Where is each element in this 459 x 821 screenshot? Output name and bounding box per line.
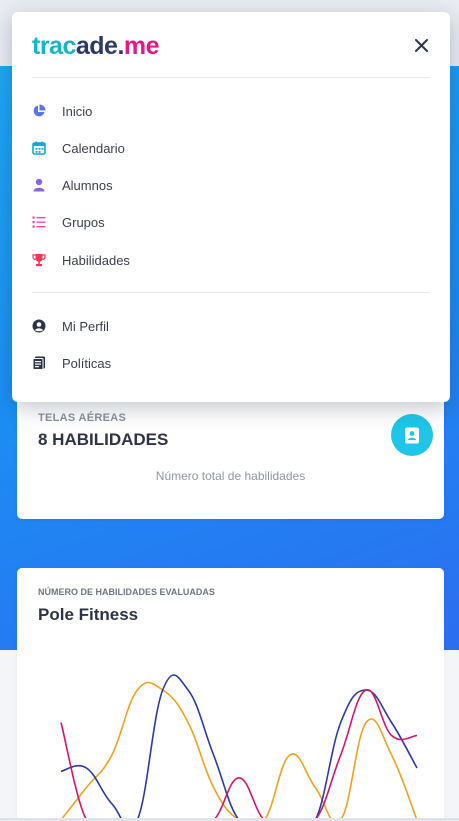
calendar-icon (32, 141, 46, 155)
menu-item-label: Inicio (62, 103, 93, 119)
user-circle-icon (32, 319, 46, 333)
card-skill-count: 8 HABILIDADES (38, 430, 169, 449)
menu-item-label: Alumnos (62, 177, 113, 193)
menu-item-mi-perfil[interactable]: Mi Perfil (32, 311, 430, 341)
list-icon (32, 215, 46, 229)
logo-part-ade: ade. (75, 32, 125, 60)
menu-divider (32, 292, 430, 293)
skills-line-chart (60, 674, 418, 821)
pole-fitness-card: NÚMERO DE HABILIDADES EVALUADAS Pole Fit… (17, 568, 444, 821)
logo-part-me: me (123, 32, 160, 60)
pie-chart-icon (32, 104, 46, 118)
card-category: NÚMERO DE HABILIDADES EVALUADAS (38, 587, 215, 597)
series-line-3 (60, 689, 418, 821)
document-icon (32, 356, 46, 370)
close-icon[interactable] (410, 34, 432, 56)
menu-divider (32, 77, 430, 78)
menu-item-grupos[interactable]: Grupos (32, 207, 430, 237)
menu-item-calendario[interactable]: Calendario (32, 133, 430, 163)
card-subtitle: Número total de habilidades (155, 469, 306, 483)
address-book-icon[interactable] (391, 414, 433, 456)
user-icon (32, 178, 46, 192)
series-line-1 (60, 681, 418, 821)
menu-item-alumnos[interactable]: Alumnos (32, 170, 430, 200)
menu-item-habilidades[interactable]: Habilidades (32, 245, 430, 275)
navigation-drawer: tracade.me Inicio Calendario Alumnos Gru… (12, 12, 450, 402)
card-category: TELAS AÉREAS (38, 412, 127, 424)
menu-item-label: Políticas (62, 355, 112, 371)
menu-item-label: Habilidades (62, 252, 130, 268)
tracademe-logo[interactable]: tracade.me (32, 32, 160, 62)
menu-item-label: Grupos (62, 214, 105, 230)
menu-item-label: Mi Perfil (62, 318, 109, 334)
logo-part-trac: trac (32, 32, 76, 60)
trophy-icon (32, 253, 46, 267)
menu-item-inicio[interactable]: Inicio (32, 96, 430, 126)
card-title: Pole Fitness (38, 605, 139, 624)
menu-item-politicas[interactable]: Políticas (32, 348, 430, 378)
menu-item-label: Calendario (62, 140, 125, 156)
